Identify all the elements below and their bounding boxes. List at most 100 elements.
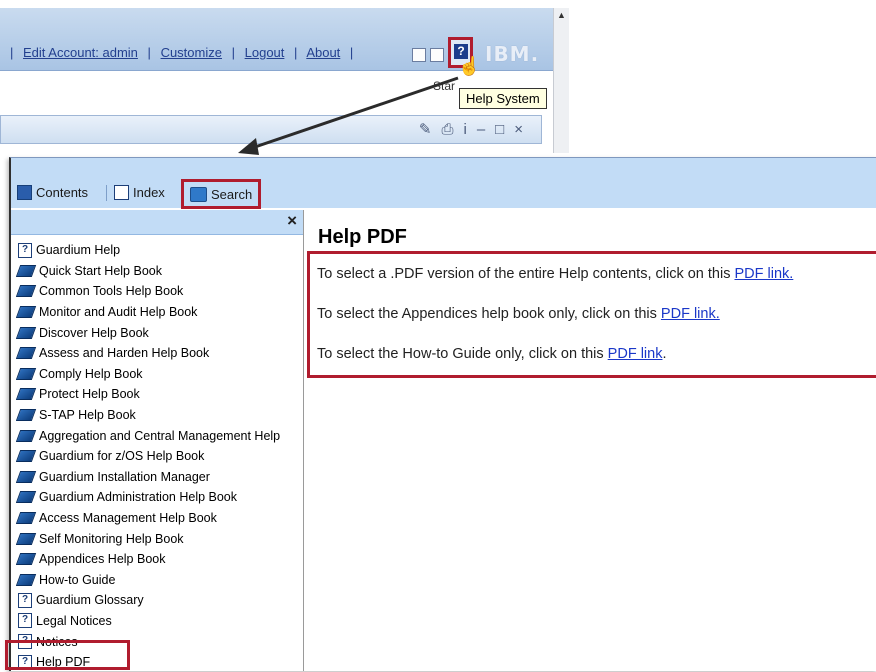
toc-item-label: Guardium Help xyxy=(36,243,121,258)
toc-item-label: S-TAP Help Book xyxy=(39,408,136,423)
toc-item[interactable]: ? Legal Notices xyxy=(16,611,308,632)
toc-item-label: Quick Start Help Book xyxy=(39,263,162,278)
toc-item-label: Guardium Installation Manager xyxy=(39,469,210,484)
toc-item[interactable]: Quick Start Help Book xyxy=(16,261,308,282)
toc-item[interactable]: Monitor and Audit Help Book xyxy=(16,302,308,323)
nav-separator: | xyxy=(349,45,354,60)
page-title: Help PDF xyxy=(318,226,407,248)
start-label-partial: Star xyxy=(433,79,456,93)
book-icon xyxy=(16,491,37,504)
minimize-icon[interactable]: – xyxy=(477,121,495,138)
toc-item[interactable]: Comply Help Book xyxy=(16,364,308,385)
toc-item[interactable]: How-to Guide xyxy=(16,570,308,591)
tab-index[interactable]: Index xyxy=(114,181,165,203)
close-icon[interactable]: × xyxy=(514,121,533,138)
page-icon[interactable] xyxy=(430,48,444,62)
book-icon xyxy=(16,450,37,463)
book-icon xyxy=(16,532,37,545)
nav-separator: | xyxy=(294,45,298,60)
toc-item[interactable]: Access Management Help Book xyxy=(16,508,308,529)
edit-account-link[interactable]: Edit Account: admin xyxy=(23,45,138,60)
toc-item[interactable]: Protect Help Book xyxy=(16,384,308,405)
close-pane-icon[interactable]: × xyxy=(287,211,297,231)
nav-separator: | xyxy=(147,45,151,60)
help-system-tooltip: Help System xyxy=(459,88,547,109)
toc-item-label: Protect Help Book xyxy=(39,387,140,402)
top-scrollbar[interactable]: ▲ xyxy=(553,8,569,153)
book-icon xyxy=(16,573,37,586)
portlet-title-bar: ✎⎙i–□× xyxy=(0,115,542,144)
toc-list: ? Guardium Help Quick Start Help Book Commo… xyxy=(16,240,308,672)
help-tab-area: Contents Index Search xyxy=(11,158,876,210)
toc-item-label: Monitor and Audit Help Book xyxy=(39,305,198,320)
toc-item[interactable]: ? Guardium Glossary xyxy=(16,590,308,611)
book-icon xyxy=(16,388,37,401)
pdf-line-text: To select a .PDF version of the entire H… xyxy=(317,266,735,282)
toc-item-label: Legal Notices xyxy=(36,613,112,628)
toc-item-label: Discover Help Book xyxy=(39,325,149,340)
tab-divider xyxy=(106,185,107,201)
toc-item[interactable]: Guardium Administration Help Book xyxy=(16,487,308,508)
search-speech-icon xyxy=(190,186,207,202)
toc-item-label: Comply Help Book xyxy=(39,366,143,381)
ibm-logo: IBM. xyxy=(485,42,540,66)
toc-item[interactable]: Self Monitoring Help Book xyxy=(16,528,308,549)
pdf-line-text: To select the Appendices help book only,… xyxy=(317,306,661,322)
maximize-icon[interactable]: □ xyxy=(495,121,514,138)
toc-item[interactable]: Appendices Help Book xyxy=(16,549,308,570)
hand-cursor-icon: ☝ xyxy=(458,56,481,76)
nav-separator: | xyxy=(10,45,14,60)
tab-search-label: Search xyxy=(211,186,253,202)
book-icon xyxy=(16,409,37,422)
book-icon xyxy=(16,326,37,339)
pin-icon[interactable] xyxy=(412,48,426,62)
book-icon xyxy=(16,429,37,442)
about-link[interactable]: About xyxy=(306,45,340,60)
toc-item-label: How-to Guide xyxy=(39,572,116,587)
logout-link[interactable]: Logout xyxy=(245,45,285,60)
top-nav-links: | Edit Account: admin | Customize | Logo… xyxy=(4,45,359,60)
print-icon[interactable]: ⎙ xyxy=(441,121,463,138)
nav-separator: | xyxy=(231,45,235,60)
info-icon[interactable]: i xyxy=(463,121,476,138)
help-page-icon: ? xyxy=(18,242,32,258)
tab-search[interactable]: Search xyxy=(181,179,262,209)
top-window: | Edit Account: admin | Customize | Logo… xyxy=(0,0,572,158)
pdf-link-appendices[interactable]: PDF link. xyxy=(661,306,720,322)
tab-contents-label: Contents xyxy=(36,184,89,200)
book-icon xyxy=(16,264,37,277)
toc-item[interactable]: Discover Help Book xyxy=(16,322,308,343)
toc-item[interactable]: Assess and Harden Help Book xyxy=(16,343,308,364)
toc-item[interactable]: Guardium Installation Manager xyxy=(16,467,308,488)
pdf-link-howto[interactable]: PDF link xyxy=(608,346,663,362)
help-pdf-highlight-box xyxy=(5,640,130,670)
contents-book-icon xyxy=(17,184,32,200)
help-page-icon: ? xyxy=(18,613,32,629)
book-icon xyxy=(16,285,37,298)
book-icon xyxy=(16,512,37,525)
pdf-line-text: To select the How-to Guide only, click o… xyxy=(317,346,608,362)
toc-item[interactable]: ? Guardium Help xyxy=(16,240,308,261)
help-window: Contents Index Search × ? Guardium Help Qu… xyxy=(9,157,876,671)
toc-item-label: Appendices Help Book xyxy=(39,552,166,567)
book-icon xyxy=(16,553,37,566)
help-tab-bar: Contents Index Search xyxy=(11,176,876,209)
portlet-toolbar: ✎⎙i–□× xyxy=(419,120,533,138)
scroll-up-icon[interactable]: ▲ xyxy=(557,10,566,20)
toc-item-label: Guardium Administration Help Book xyxy=(39,490,238,505)
toc-item-label: Aggregation and Central Management Help xyxy=(39,428,281,443)
toc-item-label: Guardium for z/OS Help Book xyxy=(39,449,205,464)
help-page-icon: ? xyxy=(18,592,32,608)
book-icon xyxy=(16,367,37,380)
tab-contents[interactable]: Contents xyxy=(17,181,88,203)
pdf-line-suffix: . xyxy=(662,346,667,362)
pencil-icon[interactable]: ✎ xyxy=(419,121,442,138)
toc-item[interactable]: S-TAP Help Book xyxy=(16,405,308,426)
toc-pane-header: × xyxy=(11,210,303,235)
pdf-link-entire[interactable]: PDF link. xyxy=(734,266,793,282)
toc-item[interactable]: Guardium for z/OS Help Book xyxy=(16,446,308,467)
toc-item-label: Self Monitoring Help Book xyxy=(39,531,184,546)
customize-link[interactable]: Customize xyxy=(161,45,222,60)
toc-item[interactable]: Aggregation and Central Management Help xyxy=(16,425,308,446)
toc-item[interactable]: Common Tools Help Book xyxy=(16,281,308,302)
